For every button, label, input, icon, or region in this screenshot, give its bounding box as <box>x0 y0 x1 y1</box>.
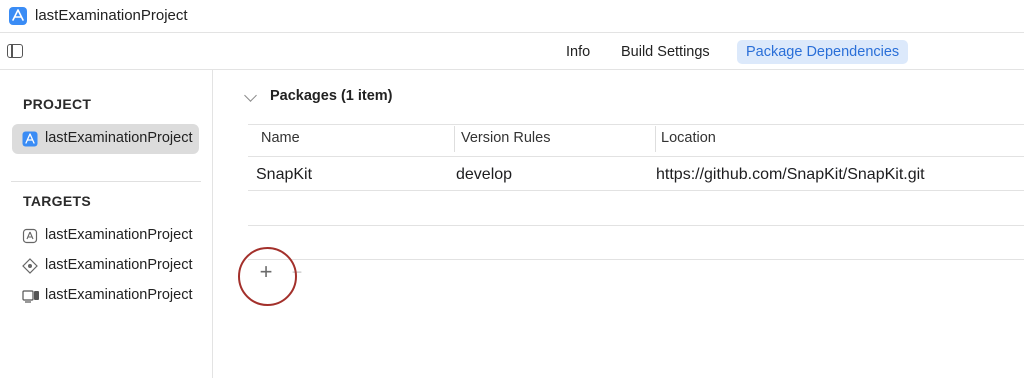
tab-build-settings[interactable]: Build Settings <box>612 40 719 64</box>
column-header-name[interactable]: Name <box>261 130 300 146</box>
sidebar-item-label: lastExaminationProject <box>45 287 193 303</box>
project-section-header: PROJECT <box>23 96 92 112</box>
package-version-rule-cell: develop <box>456 166 513 183</box>
header-bottom-border <box>248 156 1024 157</box>
column-separator <box>655 126 656 152</box>
window-title: lastExaminationProject <box>35 7 188 24</box>
sidebar-item-target-uitests[interactable]: lastExaminationProject <box>12 281 199 311</box>
table-bottom-border <box>248 259 1024 260</box>
column-separator <box>454 126 455 152</box>
row-divider <box>248 190 1024 191</box>
sidebar-toggle-icon[interactable] <box>7 44 23 58</box>
sidebar-divider <box>11 181 201 182</box>
ui-test-target-icon <box>22 288 39 304</box>
highlight-circle-annotation <box>238 247 297 306</box>
column-header-location[interactable]: Location <box>661 130 716 146</box>
packages-section-title: Packages (1 item) <box>270 88 393 104</box>
editor-toolbar: Info Build Settings Package Dependencies <box>0 34 1024 70</box>
app-target-icon <box>22 228 38 244</box>
tab-info[interactable]: Info <box>557 40 599 64</box>
sidebar-item-label: lastExaminationProject <box>45 227 193 243</box>
package-location-cell: https://github.com/SnapKit/SnapKit.git <box>656 166 925 183</box>
sidebar-item-target-tests[interactable]: lastExaminationProject <box>12 251 199 281</box>
xcode-project-icon <box>9 7 27 25</box>
table-top-border <box>248 124 1024 125</box>
sidebar-item-target-app[interactable]: lastExaminationProject <box>12 221 199 251</box>
package-dependencies-panel: Packages (1 item) Name Version Rules Loc… <box>213 70 1024 378</box>
project-icon <box>22 131 38 147</box>
chevron-down-icon[interactable] <box>244 89 257 102</box>
column-header-version-rules[interactable]: Version Rules <box>461 130 550 146</box>
sidebar-item-label: lastExaminationProject <box>45 130 193 146</box>
targets-section-header: TARGETS <box>23 193 91 209</box>
project-navigator: PROJECT lastExaminationProject TARGETS l… <box>0 70 213 378</box>
tab-package-dependencies[interactable]: Package Dependencies <box>737 40 909 64</box>
sidebar-item-label: lastExaminationProject <box>45 257 193 273</box>
package-name-cell: SnapKit <box>256 166 313 183</box>
sidebar-item-project[interactable]: lastExaminationProject <box>12 124 199 154</box>
test-target-icon <box>22 258 38 274</box>
row-divider <box>248 225 1024 226</box>
title-bar: lastExaminationProject <box>0 0 1024 33</box>
